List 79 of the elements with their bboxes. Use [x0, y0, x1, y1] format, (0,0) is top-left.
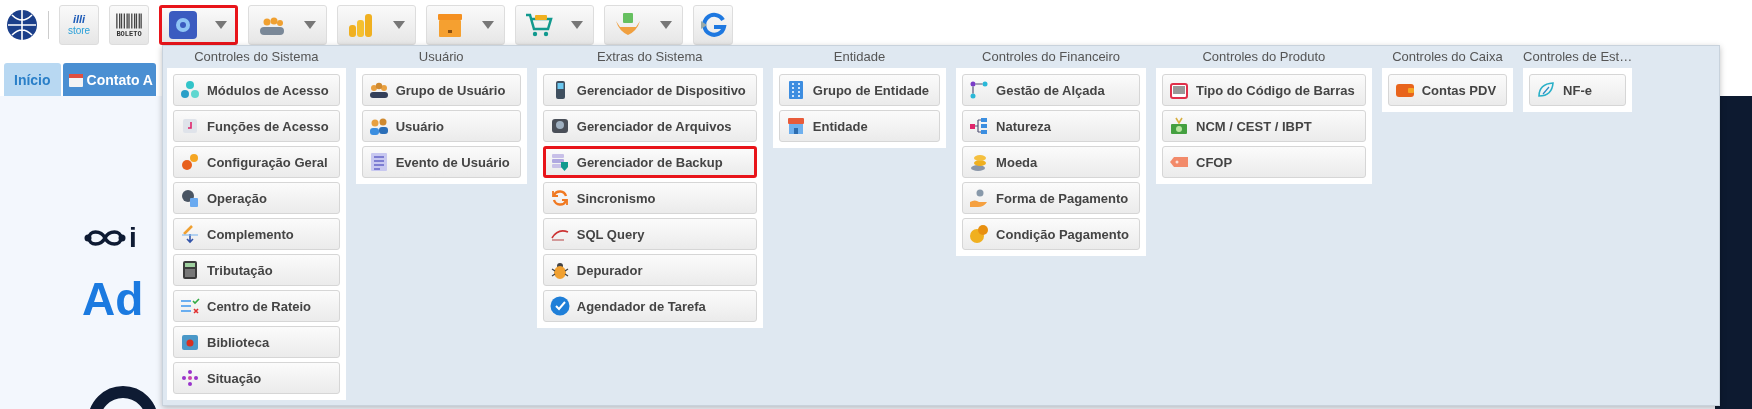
- menu-item[interactable]: Gerenciador de Backup: [542, 146, 757, 178]
- menu-item[interactable]: Gestão de Alçada: [962, 74, 1141, 106]
- menu-item[interactable]: NF-e: [1529, 74, 1627, 106]
- menu-item[interactable]: Gerenciador de Dispositivo: [542, 74, 757, 106]
- package-icon: [436, 11, 464, 39]
- menu-item[interactable]: Situação: [173, 362, 340, 394]
- check-icon: [549, 296, 570, 316]
- menu-item[interactable]: Condição Pagamento: [962, 218, 1141, 250]
- menu-item[interactable]: Agendador de Tarefa: [542, 290, 757, 322]
- menu-item[interactable]: Módulos de Acesso: [173, 74, 340, 106]
- menu-item[interactable]: Moeda: [962, 146, 1141, 178]
- hierarchy-icon: [969, 116, 990, 136]
- calendar-icon: [68, 72, 83, 87]
- caret-icon: [571, 21, 583, 29]
- users-icon: [368, 116, 389, 136]
- leaf-icon: [1536, 80, 1557, 100]
- cubes-icon: [180, 80, 200, 100]
- box-icon: [180, 332, 200, 352]
- menu-item[interactable]: Operação: [173, 182, 340, 214]
- database-icon: [549, 152, 570, 172]
- menu-item[interactable]: Tributação: [173, 254, 340, 286]
- store-button[interactable]: illi store: [59, 5, 99, 45]
- menu-item[interactable]: Grupo de Usuário: [361, 74, 521, 106]
- brand-text: i: [129, 224, 137, 252]
- coins-icon: [347, 11, 375, 39]
- column-heading: Extras do Sistema: [596, 48, 704, 66]
- column-heading: Usuário: [417, 48, 465, 66]
- menu-item[interactable]: Centro de Rateio: [173, 290, 340, 322]
- dropdown-button[interactable]: [159, 5, 238, 45]
- nodes-icon: [969, 80, 990, 100]
- cart-icon: [525, 11, 553, 39]
- caret-icon: [304, 21, 316, 29]
- store-icon: [785, 116, 806, 136]
- document-icon: [180, 116, 200, 136]
- checklist-icon: [180, 296, 200, 316]
- menu-item[interactable]: Entidade: [778, 110, 941, 142]
- menu-item[interactable]: Funções de Acesso: [173, 110, 340, 142]
- dots-icon: [180, 368, 200, 388]
- calculator-icon: [180, 260, 200, 280]
- page-heading: Ad: [82, 276, 144, 322]
- gears-icon: [180, 152, 200, 172]
- globe-logo-icon[interactable]: [6, 9, 38, 41]
- pencil-icon: [180, 224, 200, 244]
- refresh-button[interactable]: [693, 5, 733, 45]
- menu-item[interactable]: Evento de Usuário: [361, 146, 521, 178]
- menu-item[interactable]: Natureza: [962, 110, 1141, 142]
- menu-item[interactable]: Tipo do Código de Barras: [1162, 74, 1366, 106]
- column-heading: Controles do Sistema: [193, 48, 320, 66]
- hand-coin-icon: [969, 188, 990, 208]
- menu-item[interactable]: Sincronismo: [542, 182, 757, 214]
- menu-item[interactable]: CFOP: [1162, 146, 1366, 178]
- refresh-icon: [699, 11, 727, 39]
- menu-item[interactable]: Forma de Pagamento: [962, 182, 1141, 214]
- caret-icon: [393, 21, 405, 29]
- caret-icon: [215, 21, 227, 29]
- sync-icon: [549, 188, 570, 208]
- menu-item[interactable]: Contas PDV: [1387, 74, 1508, 106]
- infinity-logo-icon: [83, 228, 127, 248]
- users-icon: [368, 80, 389, 100]
- column-heading: Controles do Produto: [1201, 48, 1327, 66]
- column-heading: Controles do Caixa: [1391, 48, 1504, 66]
- money-icon: [1169, 116, 1190, 136]
- menu-item[interactable]: NCM / CEST / IBPT: [1162, 110, 1366, 142]
- column-heading: Entidade: [832, 48, 887, 66]
- menu-item[interactable]: SQL Query: [542, 218, 757, 250]
- column-heading: Controles do Financeiro: [981, 48, 1122, 66]
- menu-item[interactable]: Configuração Geral: [173, 146, 340, 178]
- menu-item[interactable]: Biblioteca: [173, 326, 340, 358]
- caret-icon: [660, 21, 672, 29]
- coin-icon: [969, 224, 990, 244]
- menu-item[interactable]: Gerenciador de Arquivos: [542, 110, 757, 142]
- menu-item[interactable]: Depurador: [542, 254, 757, 286]
- bug-icon: [549, 260, 570, 280]
- column-heading: Controles de Est…: [1523, 48, 1633, 66]
- menu-item[interactable]: Complemento: [173, 218, 340, 250]
- list-icon: [368, 152, 389, 172]
- caret-icon: [482, 21, 494, 29]
- menu-item[interactable]: Usuário: [361, 110, 521, 142]
- menu-item[interactable]: Grupo de Entidade: [778, 74, 941, 106]
